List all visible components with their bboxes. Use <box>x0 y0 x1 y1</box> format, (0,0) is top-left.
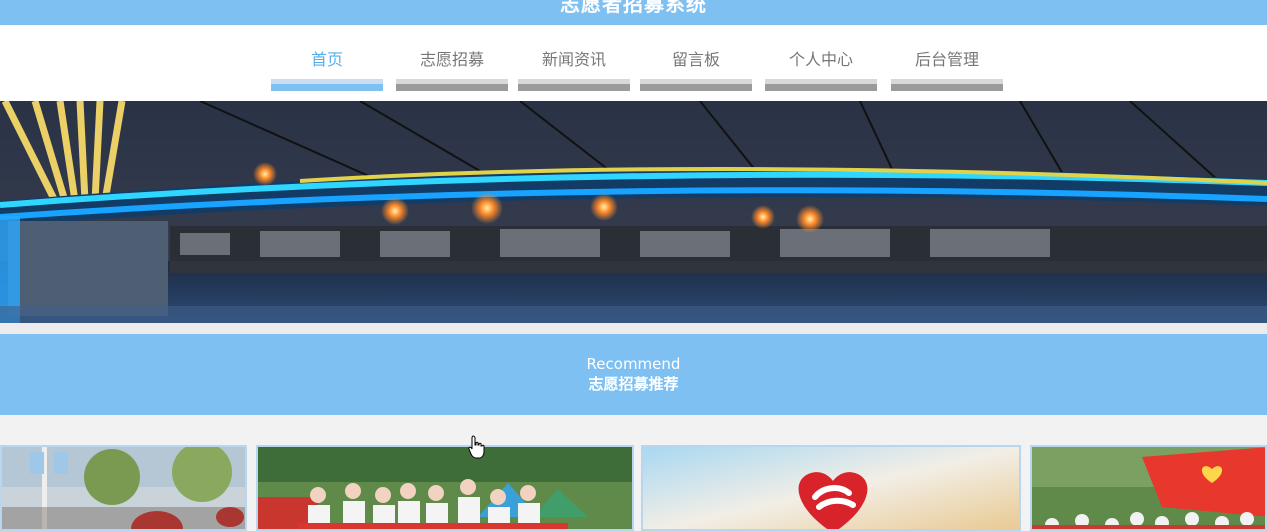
nav-volunteer-recruit-underline <box>396 79 508 91</box>
site-title: 志愿者招募系统 <box>560 0 707 16</box>
recommend-card-3-image <box>643 447 1019 529</box>
recommend-card-4[interactable] <box>1030 445 1267 531</box>
nav-personal-center[interactable]: 个人中心 <box>765 47 877 91</box>
nav-message-board-underline <box>640 79 752 91</box>
banner-bottom-strip <box>0 323 1267 334</box>
nav-home[interactable]: 首页 <box>271 47 383 91</box>
nav-personal-center-underline <box>765 79 877 91</box>
nav-volunteer-recruit[interactable]: 志愿招募 <box>396 47 508 91</box>
nav-message-board-label: 留言板 <box>671 50 720 69</box>
recommend-card-4-image <box>1032 447 1265 529</box>
nav-admin[interactable]: 后台管理 <box>891 47 1003 91</box>
recommend-card-2[interactable] <box>256 445 634 531</box>
recommend-card-1[interactable] <box>0 445 247 531</box>
nav-home-label: 首页 <box>310 50 343 69</box>
nav-volunteer-recruit-label: 志愿招募 <box>419 50 484 69</box>
nav-admin-underline <box>891 79 1003 91</box>
recommend-title-en: Recommend <box>586 355 681 373</box>
nav-news-underline <box>518 79 630 91</box>
nav-news[interactable]: 新闻资讯 <box>518 47 630 91</box>
recommend-section-header: Recommend 志愿招募推荐 <box>0 334 1267 415</box>
recommend-card-2-image <box>258 447 632 529</box>
nav-home-underline <box>271 79 383 91</box>
recommend-card-3[interactable] <box>641 445 1021 531</box>
hand-pointer-icon <box>468 435 486 463</box>
nav-news-label: 新闻资讯 <box>541 50 606 69</box>
main-nav: 首页 志愿招募 新闻资讯 留言板 个人中心 后台管理 <box>0 25 1267 101</box>
nav-message-board[interactable]: 留言板 <box>640 47 752 91</box>
banner-image[interactable] <box>0 101 1267 323</box>
recommend-card-1-image <box>2 447 245 529</box>
nav-admin-label: 后台管理 <box>914 50 979 69</box>
nav-personal-center-label: 个人中心 <box>788 50 853 69</box>
recommend-title-zh: 志愿招募推荐 <box>588 375 679 393</box>
header-bar: 志愿者招募系统 <box>0 0 1267 25</box>
recommend-card-list <box>0 445 1267 531</box>
